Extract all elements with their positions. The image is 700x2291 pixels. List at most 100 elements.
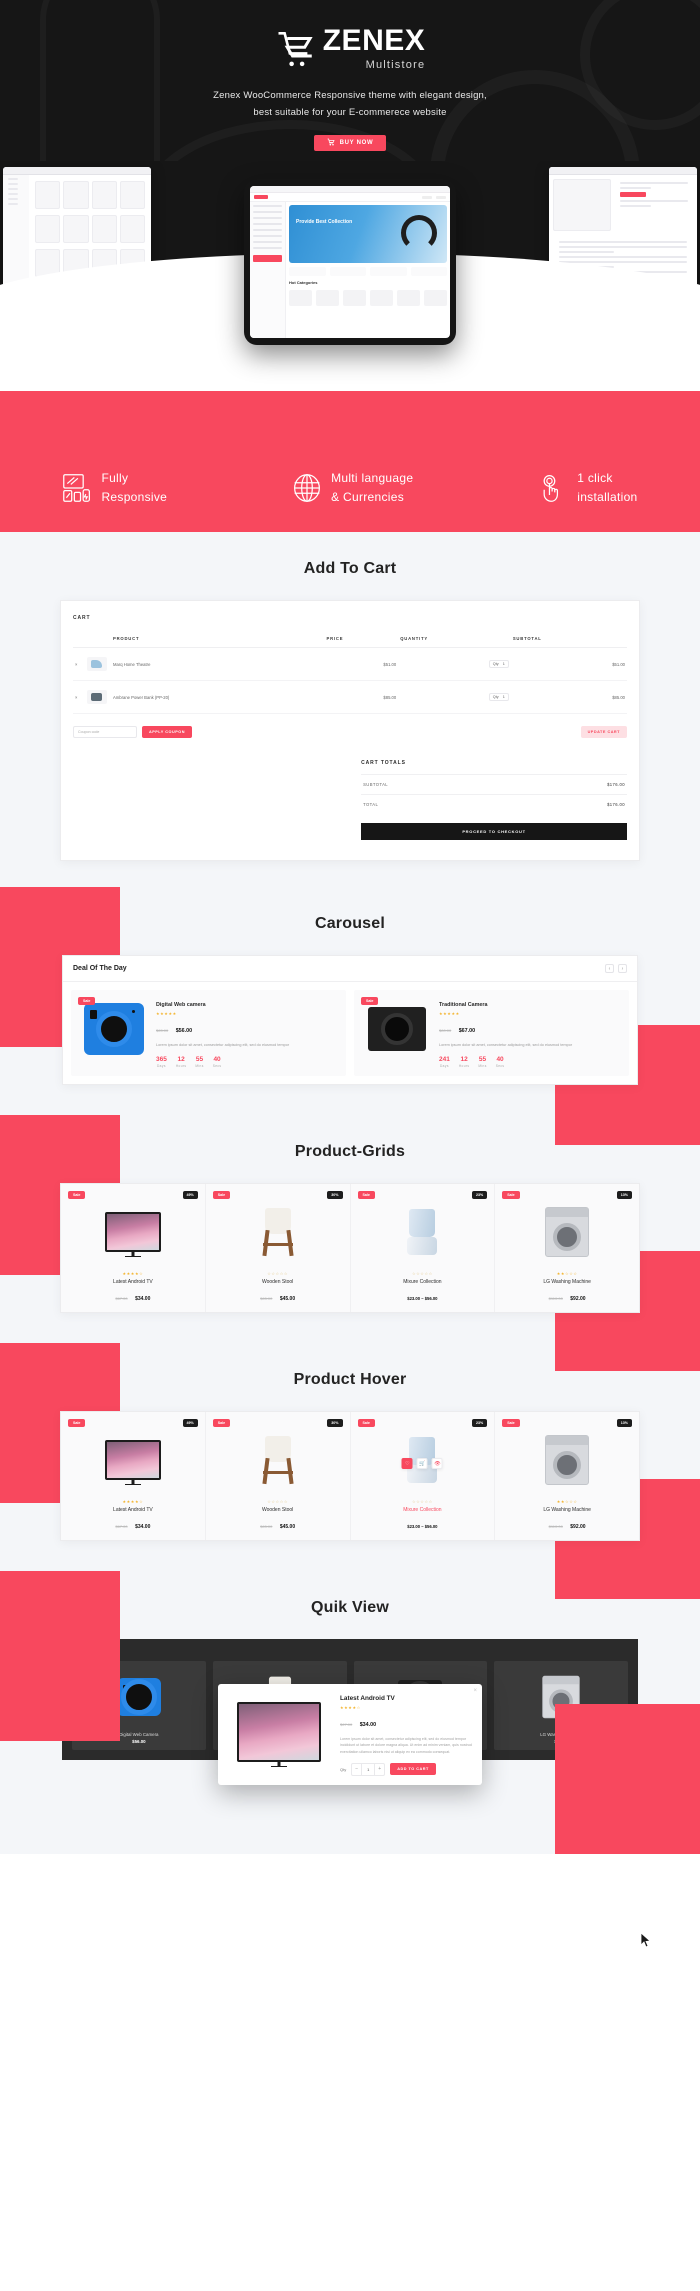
product-name[interactable]: LG Washing Machine — [502, 1279, 632, 1285]
timer-hours-label: Hours — [175, 1064, 187, 1069]
product-grid-panel: Sale 49% ★★★★☆ Latest Android TV $67.00 … — [60, 1183, 640, 1314]
product-card[interactable]: Sale 30% ☆☆☆☆☆ Wooden Stool $65.00 $45.0… — [205, 1184, 351, 1313]
totals-label: TOTAL — [363, 802, 379, 808]
proceed-to-checkout-button[interactable]: PROCEED TO CHECKOUT — [361, 823, 627, 841]
product-price: $23.00 – $56.00 — [358, 1515, 488, 1533]
col-remove — [73, 630, 85, 649]
page-root: ZENEX Multistore Zenex WooCommerce Respo… — [0, 0, 700, 1948]
table-row: × Marq Home Theatre $51.00 Qty 1 $51.00 — [73, 647, 627, 682]
price-new: $92.00 — [570, 1524, 586, 1531]
product-name[interactable]: Mixure Collection — [358, 1507, 488, 1513]
totals-label: SUBTOTAL — [363, 782, 389, 788]
eye-icon[interactable]: 👁 — [431, 1458, 443, 1470]
feature-fully-responsive: Fully Responsive — [62, 469, 167, 506]
carousel-next-button[interactable]: › — [618, 964, 627, 974]
hero-tagline-line2: best suitable for your E-commerece websi… — [253, 107, 447, 119]
product-thumbnail — [85, 680, 111, 715]
product-card[interactable]: Sale 30% ☆☆☆☆☆ Wooden Stool $65.00 $45.0… — [205, 1412, 351, 1541]
timer-mins-value: 55 — [195, 1056, 204, 1064]
globe-icon — [292, 473, 322, 503]
apply-coupon-button[interactable]: APPLY COUPON — [142, 726, 192, 739]
cart-label: CART — [73, 615, 91, 622]
rating-stars: ★★★★★ — [439, 1011, 460, 1017]
deal-of-the-day-header: Deal Of The Day ‹ › — [63, 956, 637, 983]
section-title-product-grids: Product-Grids — [294, 1143, 406, 1161]
product-name[interactable]: Marq Home Theatre — [111, 647, 325, 682]
modal-quantity-row: Qty − 1 + ADD TO CART — [340, 1762, 473, 1776]
washing-machine-image — [502, 1425, 632, 1495]
qty-label: Qty — [492, 695, 499, 700]
product-card[interactable]: Sale 13% ★★☆☆☆ LG Washing Machine $110.0… — [495, 1412, 639, 1541]
product-name[interactable]: Latest Android TV — [68, 1507, 198, 1513]
product-name[interactable]: Wooden Stool — [213, 1507, 343, 1513]
deal-product-name[interactable]: Digital Web camera — [156, 1002, 338, 1008]
heart-icon[interactable]: ♡ — [401, 1458, 413, 1470]
product-hover-section: Product Hover Sale 49% ★★★★☆ Latest Andr… — [0, 1343, 700, 1600]
product-price: $65.00 $45.00 — [213, 1515, 343, 1533]
shopping-cart-logo-icon — [275, 28, 317, 70]
feature-line1: 1 click — [577, 471, 613, 486]
rating-stars: ★★☆☆☆ — [556, 1271, 578, 1277]
discount-badge: 23% — [472, 1419, 488, 1428]
carousel-prev-button[interactable]: ‹ — [605, 964, 614, 974]
quantity-stepper[interactable]: − 1 + — [351, 1762, 386, 1776]
logo-title: ZENEX — [322, 24, 426, 57]
product-card[interactable]: Sale 13% ★★☆☆☆ LG Washing Machine $110.0… — [495, 1184, 639, 1313]
sale-badge: Sale — [212, 1419, 231, 1428]
sale-badge: Sale — [361, 997, 379, 1006]
mouse-cursor-icon — [640, 1932, 652, 1948]
buy-now-button[interactable]: BUY NOW — [314, 135, 386, 152]
rating-stars: ★★★★☆ — [122, 1499, 144, 1505]
coupon-input[interactable]: Coupon code — [73, 726, 137, 739]
product-name[interactable]: Mixure Collection — [358, 1279, 488, 1285]
product-card[interactable]: Sale 23% ☆☆☆☆☆ Mixure Collection $23.00 … — [350, 1184, 496, 1313]
product-card-hovered[interactable]: Sale 23% ♡ 🛒 👁 ☆☆☆☆☆ Mixure Collection $… — [350, 1412, 496, 1541]
qty-label: Qty — [340, 1766, 347, 1772]
col-subtotal: SUBTOTAL — [510, 630, 627, 649]
quantity-stepper[interactable]: Qty 1 — [398, 680, 511, 715]
add-to-cart-button[interactable]: ADD TO CART — [390, 1763, 436, 1776]
col-quantity: QUANTITY — [398, 630, 511, 649]
product-name[interactable]: Latest Android TV — [68, 1279, 198, 1285]
red-band-top — [0, 391, 700, 446]
remove-item-button[interactable]: × — [73, 647, 85, 682]
deal-product-name[interactable]: Traditional Camera — [439, 1002, 621, 1008]
section-title-quick-view: Quik View — [311, 1599, 389, 1617]
section-title-product-hover: Product Hover — [293, 1371, 407, 1389]
qty-increment-button[interactable]: + — [375, 1764, 384, 1775]
deal-card[interactable]: Sale Digital Web camera ★★★★★ $65.00 $56… — [71, 990, 346, 1077]
quick-view-wrap: Popular Products Digital Web Camera $56.… — [62, 1639, 638, 1785]
responsive-devices-icon — [62, 473, 92, 503]
product-name[interactable]: Ambrane Power Bank (PP-20) — [111, 680, 325, 715]
qty-value: 1 — [502, 695, 505, 700]
timer-days-value: 241 — [439, 1056, 450, 1064]
feature-line2: & Currencies — [331, 489, 405, 504]
price-new: $45.00 — [279, 1524, 296, 1531]
product-name[interactable]: Wooden Stool — [213, 1279, 343, 1285]
remove-item-button[interactable]: × — [73, 680, 85, 715]
deal-card[interactable]: Sale Traditional Camera ★★★★★ $80.00 $67… — [354, 990, 629, 1077]
cart-icon[interactable]: 🛒 — [416, 1458, 428, 1470]
qty-decrement-button[interactable]: − — [352, 1764, 361, 1775]
rating-stars: ☆☆☆☆☆ — [267, 1499, 289, 1505]
product-card[interactable]: Sale 49% ★★★★☆ Latest Android TV $67.00 … — [61, 1412, 206, 1541]
product-subtotal: $51.00 — [510, 647, 627, 682]
price-new: $34.00 — [135, 1296, 151, 1303]
product-name[interactable]: LG Washing Machine — [502, 1507, 632, 1513]
close-icon[interactable]: × — [473, 1688, 477, 1694]
sale-badge: Sale — [502, 1191, 520, 1200]
timer-mins-label: Mins — [195, 1064, 204, 1069]
price-old: $65.00 — [260, 1296, 273, 1302]
product-card[interactable]: Sale 49% ★★★★☆ Latest Android TV $67.00 … — [61, 1184, 206, 1313]
qty-value[interactable]: 1 — [361, 1763, 376, 1775]
discount-badge: 13% — [616, 1419, 632, 1428]
section-title-carousel: Carousel — [314, 915, 386, 933]
quantity-stepper[interactable]: Qty 1 — [398, 647, 511, 682]
update-cart-button[interactable]: UPDATE CART — [580, 726, 627, 739]
timer-hours-value: 12 — [177, 1056, 185, 1064]
modal-description: Lorem ipsum dolor sit amet, consectetur … — [340, 1737, 472, 1754]
product-price: $51.00 — [324, 647, 399, 682]
deal-description: Lorem ipsum dolor sit amet, consectetur … — [439, 1043, 573, 1048]
timer-hours-label: Hours — [458, 1064, 470, 1069]
col-product: PRODUCT — [111, 630, 325, 649]
